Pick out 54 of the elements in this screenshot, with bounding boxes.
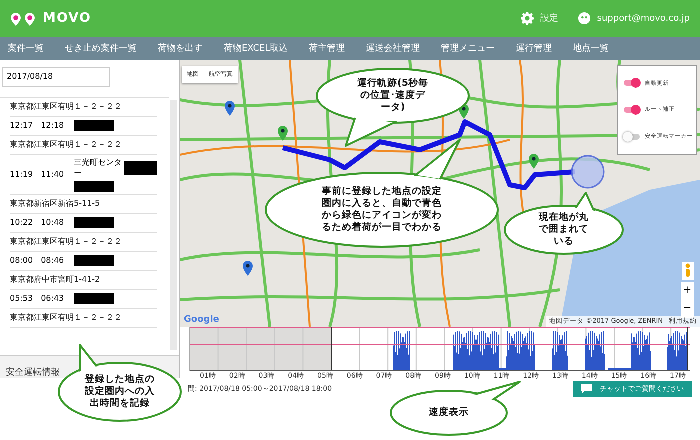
redaction-block — [74, 293, 114, 304]
smiley-icon — [578, 12, 592, 25]
panel-tab[interactable]: 安全運転情報 — [4, 365, 62, 380]
chat-bubble-icon — [581, 384, 592, 394]
address-text: 東京都江東区有明１－２－２２ — [10, 312, 122, 323]
place-name: 三光町センター — [74, 156, 122, 178]
departure-time: 08:46 — [41, 256, 64, 265]
redaction-block — [74, 180, 114, 192]
nav-item[interactable]: 荷物を出す — [158, 42, 203, 55]
arrival-time: 08:00 — [10, 256, 34, 265]
map-pin-icon[interactable] — [529, 154, 539, 169]
address-text: 東京都江東区有明１－２－２２ — [10, 236, 122, 247]
nav-item[interactable]: 案件一覧 — [8, 42, 44, 55]
address-text: 東京都新宿区新宿5-11-5 — [10, 198, 100, 209]
redaction-block — [124, 160, 157, 174]
callout-text: 現在地が丸で囲まれている — [538, 212, 590, 248]
nav-item[interactable]: せき止め案件一覧 — [65, 42, 137, 55]
settings-icon[interactable] — [521, 12, 534, 25]
redaction-block — [74, 255, 114, 266]
departure-time: 11:40 — [41, 170, 64, 178]
nav-item[interactable]: 運行管理 — [516, 42, 552, 55]
user-email[interactable]: support@movo.co.jp — [597, 14, 690, 24]
address-text: 東京都府中市宮町1-41-2 — [10, 274, 100, 285]
callout-text: 運行軌跡(5秒毎の位置･速度データ) — [356, 78, 430, 114]
callout-text: 登録した地点の設定圏内への入出時間を記録 — [84, 374, 156, 410]
google-logo: Google — [184, 315, 220, 325]
toggle-switch[interactable] — [624, 80, 640, 86]
date-field[interactable]: 2017/08/18 — [2, 66, 110, 86]
map-pin-icon[interactable] — [225, 101, 235, 116]
pin-pair-icon — [10, 12, 38, 26]
toggle-switch[interactable] — [624, 134, 640, 140]
toggle-switch[interactable] — [624, 106, 640, 113]
arrival-time: 05:53 — [10, 294, 34, 303]
nav-item[interactable]: 管理メニュー — [441, 42, 496, 55]
redaction-block — [74, 217, 114, 228]
departure-time: 12:18 — [41, 121, 64, 130]
logo-text: MOVO — [43, 11, 92, 26]
departure-time: 10:48 — [41, 218, 64, 227]
arrival-time: 10:22 — [10, 218, 34, 227]
arrival-time: 11:19 — [10, 170, 34, 178]
address-text: 東京都江東区有明１－２－２２ — [10, 139, 122, 150]
callout-text: 速度表示 — [428, 407, 470, 419]
redaction-block — [74, 120, 114, 131]
map-pin-icon[interactable] — [278, 126, 288, 141]
nav-item[interactable]: 地点一覧 — [573, 42, 610, 55]
nav-item[interactable]: 荷主管理 — [309, 42, 346, 55]
address-text: 東京都江東区有明１－２－２２ — [10, 101, 122, 112]
nav-item[interactable]: 運送会社管理 — [366, 42, 420, 55]
arrival-time: 12:17 — [10, 121, 34, 130]
callout-text: 事前に登録した地点の設定圏内に入ると、自動で青色から緑色にアイコンが変わるため着荷が一目でわかる — [321, 186, 443, 234]
nav-item[interactable]: 荷物EXCEL取込 — [224, 42, 288, 55]
departure-time: 06:43 — [41, 294, 64, 303]
settings-link[interactable]: 設定 — [540, 12, 558, 25]
map-pin-icon[interactable] — [243, 261, 253, 276]
